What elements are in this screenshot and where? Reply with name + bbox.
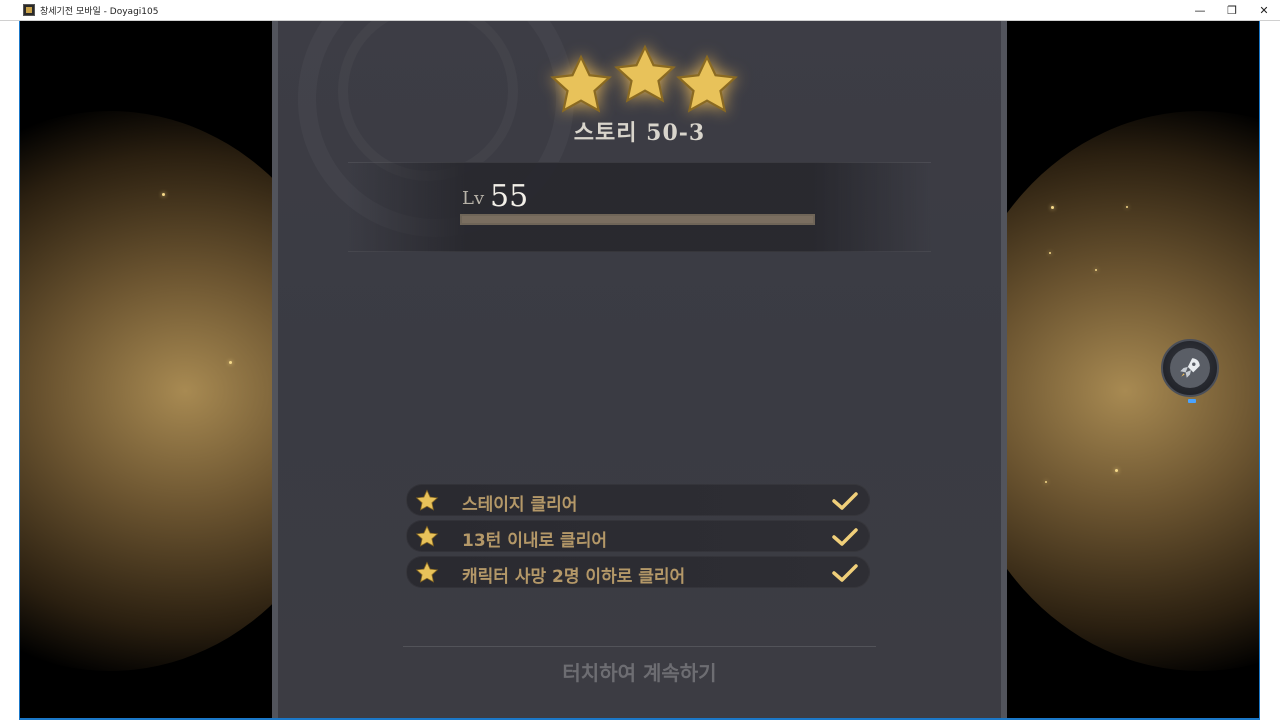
rocket-button[interactable] [1161, 339, 1219, 397]
game-viewport[interactable]: 스토리 50-3 Lv 55 스테이지 클리어 13턴 이내로 클리어 캐릭터 … [20, 21, 1259, 718]
level-progress-bar [460, 214, 815, 225]
window-titlebar[interactable]: 창세기전 모바일 - Doyagi105 — ❐ ✕ [0, 0, 1280, 21]
star-icon [614, 44, 676, 103]
mission-item: 스테이지 클리어 [406, 484, 870, 516]
stage-result-panel[interactable]: 스토리 50-3 Lv 55 스테이지 클리어 13턴 이내로 클리어 캐릭터 … [272, 21, 1007, 718]
window-title: 창세기전 모바일 - Doyagi105 [40, 6, 159, 17]
star-icon [415, 561, 439, 583]
window-frame-left [19, 21, 20, 720]
mission-item: 캐릭터 사망 2명 이하로 클리어 [406, 556, 870, 588]
touch-to-continue-button[interactable]: 터치하여 계속하기 [278, 657, 1001, 686]
level-value: 55 [490, 179, 529, 214]
mission-item: 13턴 이내로 클리어 [406, 520, 870, 552]
sparkle [1095, 269, 1097, 271]
minimize-button[interactable]: — [1184, 0, 1216, 21]
window-frame-right [1259, 21, 1260, 720]
star-icon [550, 54, 612, 113]
app-icon [23, 4, 35, 16]
checkmark-icon [832, 564, 858, 582]
divider [403, 646, 876, 647]
mission-label: 13턴 이내로 클리어 [462, 531, 607, 551]
rocket-indicator [1188, 399, 1196, 403]
star-icon [415, 525, 439, 547]
rocket-icon [1170, 348, 1210, 388]
sparkle [1126, 206, 1128, 208]
checkmark-icon [832, 528, 858, 546]
sparkle [162, 193, 165, 196]
star-icon [676, 54, 738, 113]
stage-title: 스토리 50-3 [573, 120, 706, 146]
level-progress-fill [462, 216, 813, 223]
sparkle [1045, 481, 1047, 483]
level-label: Lv [462, 188, 485, 209]
star-rating [548, 43, 748, 123]
window-controls: — ❐ ✕ [1184, 0, 1280, 21]
mission-label: 캐릭터 사망 2명 이하로 클리어 [462, 567, 686, 587]
sparkle [1049, 252, 1051, 254]
checkmark-icon [832, 492, 858, 510]
window-side-left [0, 21, 19, 720]
sparkle [229, 361, 232, 364]
sparkle [1051, 206, 1054, 209]
sparkle [1115, 469, 1118, 472]
window-side-right [1260, 21, 1280, 720]
close-button[interactable]: ✕ [1248, 0, 1280, 21]
level-band [348, 162, 931, 252]
mission-list: 스테이지 클리어 13턴 이내로 클리어 캐릭터 사망 2명 이하로 클리어 [406, 484, 870, 592]
restore-button[interactable]: ❐ [1216, 0, 1248, 21]
mission-label: 스테이지 클리어 [462, 495, 578, 515]
star-icon [415, 489, 439, 511]
